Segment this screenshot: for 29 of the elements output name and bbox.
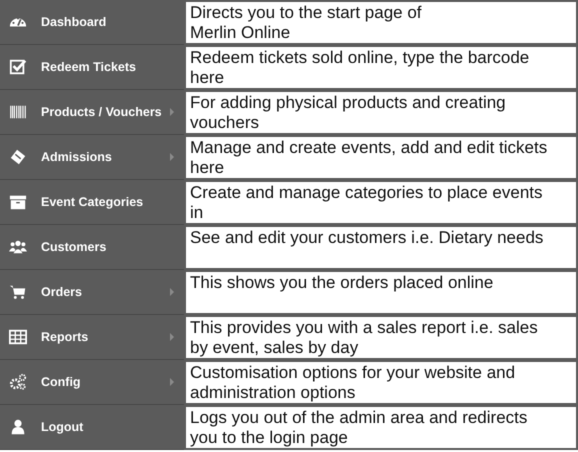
users-icon xyxy=(9,238,27,256)
archive-box-icon xyxy=(9,193,27,211)
sidebar-item[interactable]: Redeem Tickets xyxy=(0,45,184,90)
description-text: This provides you with a sales report i.e. sales by event, sales by day xyxy=(184,315,578,360)
description-text: Redeem tickets sold online, type the barcode here xyxy=(184,45,578,90)
checkbox-icon xyxy=(9,58,27,76)
sidebar-item[interactable]: Reports xyxy=(0,315,184,360)
cart-icon xyxy=(9,283,27,301)
sidebar-item[interactable]: Dashboard xyxy=(0,0,184,45)
barcode-icon xyxy=(9,103,27,121)
user-icon xyxy=(9,418,27,436)
grid-icon xyxy=(9,328,27,346)
description-text: See and edit your customers i.e. Dietary needs xyxy=(184,225,578,270)
gears-icon xyxy=(9,373,27,391)
description-text: Create and manage categories to place events in xyxy=(184,180,578,225)
description-text: This shows you the orders placed online xyxy=(184,270,578,315)
sidebar-item[interactable]: Event Categories xyxy=(0,180,184,225)
sidebar-item[interactable]: Products / Vouchers xyxy=(0,90,184,135)
sidebar-item[interactable]: Admissions xyxy=(0,135,184,180)
sidebar-item[interactable]: Config xyxy=(0,360,184,405)
sidebar-item[interactable]: Orders xyxy=(0,270,184,315)
sidebar-item[interactable]: Customers xyxy=(0,225,184,270)
sidebar-item[interactable]: Logout xyxy=(0,405,184,450)
description-text: Logs you out of the admin area and redirects you to the login page xyxy=(184,405,578,450)
description-text: Manage and create events, add and edit tickets here xyxy=(184,135,578,180)
description-text: Directs you to the start page of Merlin Online xyxy=(184,0,578,45)
description-text: Customisation options for your website and administration options xyxy=(184,360,578,405)
ticket-icon xyxy=(9,148,27,166)
description-text: For adding physical products and creating vouchers xyxy=(184,90,578,135)
